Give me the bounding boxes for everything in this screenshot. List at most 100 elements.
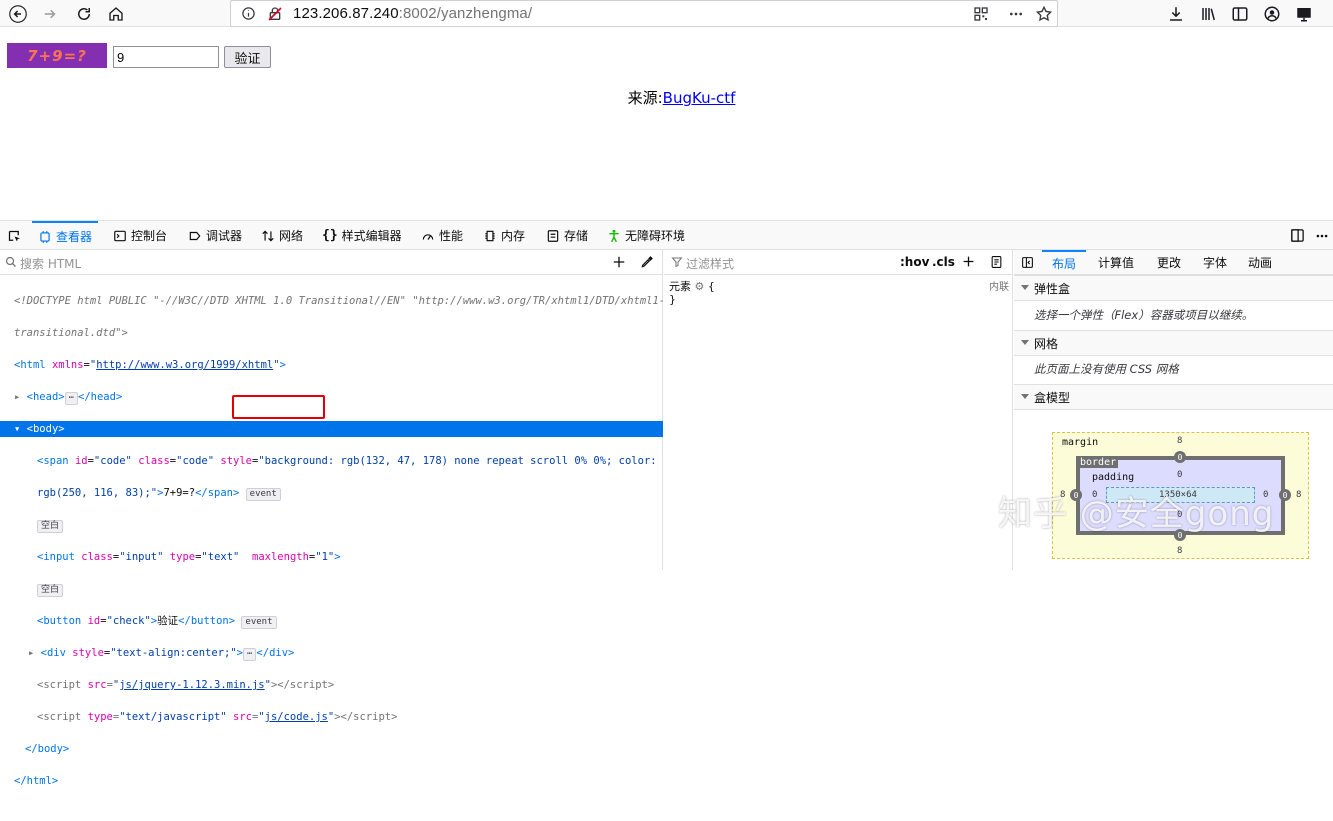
performance-gauge-icon (422, 233, 434, 240)
maxlength-highlight-box (232, 395, 325, 419)
tab-console[interactable]: 控制台 (113, 221, 167, 250)
sidebar-icon (1232, 7, 1248, 21)
home-button[interactable] (104, 2, 128, 26)
library-button[interactable] (1197, 2, 1221, 26)
screen-button[interactable] (1292, 2, 1316, 26)
tab-style-editor-label: 样式编辑器 (341, 229, 402, 243)
maxlength-attr[interactable]: maxlength (252, 551, 309, 563)
expand-head-arrow[interactable]: ▸ (14, 391, 20, 403)
box-model-section-header[interactable]: 盒模型 (1014, 384, 1333, 410)
markup-row-body-close[interactable]: </body> (0, 741, 663, 757)
flexbox-section-header[interactable]: 弹性盒 (1014, 275, 1333, 301)
element-rule[interactable]: 元素 ⚙ { (669, 278, 715, 294)
tab-performance[interactable]: 性能 (421, 221, 463, 250)
insecure-lock-icon[interactable] (267, 6, 283, 22)
tab-style-editor[interactable]: {} 样式编辑器 (322, 221, 402, 250)
markup-row-doctype[interactable]: <!DOCTYPE html PUBLIC "-//W3C//DTD XHTML… (0, 293, 665, 309)
sidebar-button[interactable] (1228, 2, 1252, 26)
span-style-part-1: background: rgb(132, 47, 178) none repea… (264, 455, 657, 467)
add-node-icon[interactable] (612, 255, 626, 269)
tab-storage-label: 存储 (564, 229, 589, 243)
padding-top-value[interactable]: 0 (1177, 470, 1182, 480)
markup-row-doctype-cont[interactable]: transitional.dtd"> (0, 325, 663, 341)
grid-section-header[interactable]: 网格 (1014, 330, 1333, 356)
border-right-value[interactable]: 0 (1279, 489, 1291, 501)
tab-layout[interactable]: 布局 (1042, 250, 1086, 272)
markup-row-script-1[interactable]: <script src="js/jquery-1.12.3.min.js"></… (0, 677, 663, 693)
tab-animations[interactable]: 动画 (1248, 254, 1272, 271)
tab-memory[interactable]: 内存 (483, 221, 525, 250)
captcha-input[interactable] (113, 46, 219, 68)
verify-button[interactable]: 验证 (224, 46, 271, 68)
xmlns-link[interactable]: http://www.w3.org/1999/xhtml (96, 359, 273, 371)
markup-row-input[interactable]: <input class="input" type="text" maxleng… (0, 549, 663, 565)
tab-accessibility[interactable]: 无障碍环境 (607, 221, 685, 250)
event-badge[interactable]: event (245, 488, 281, 501)
eyedropper-icon[interactable] (640, 255, 654, 269)
markup-row-span[interactable]: <span id="code" class="code" style="back… (0, 453, 663, 469)
site-info-icon[interactable] (241, 6, 256, 21)
markup-row-html[interactable]: <html xmlns="http://www.w3.org/1999/xhtm… (0, 357, 663, 373)
print-media-icon[interactable] (990, 255, 1003, 269)
filter-styles-placeholder: 过滤样式 (686, 257, 735, 271)
border-top-value[interactable]: 0 (1174, 451, 1186, 463)
downloads-button[interactable] (1164, 2, 1188, 26)
reload-button[interactable] (72, 2, 96, 26)
margin-top-value[interactable]: 8 (1177, 436, 1182, 446)
captcha-code: 7+9=? (7, 43, 107, 68)
source-link[interactable]: BugKu-ctf (663, 89, 736, 107)
margin-bottom-value[interactable]: 8 (1177, 546, 1182, 556)
collapsed-badge[interactable]: ⋯ (64, 392, 79, 405)
markup-row-button[interactable]: <button id="check">验证</button> event (0, 613, 663, 629)
bookmark-star-icon[interactable] (1035, 5, 1053, 23)
account-button[interactable] (1260, 2, 1284, 26)
tab-computed[interactable]: 计算值 (1098, 254, 1134, 271)
forward-button[interactable] (38, 2, 62, 26)
hov-toggle[interactable]: :hov (900, 255, 929, 269)
markup-row-whitespace[interactable]: 空白 (0, 517, 663, 533)
markup-row-div[interactable]: ▸ <div style="text-align:center;"> ⋯ </div… (0, 645, 663, 661)
qr-code-icon[interactable] (973, 6, 989, 22)
script-1-src[interactable]: js/jquery-1.12.3.min.js (119, 679, 264, 691)
collapse-body-arrow[interactable]: ▾ (14, 423, 20, 435)
expand-div-arrow[interactable]: ▸ (28, 647, 34, 659)
markup-row-body-selected[interactable]: ▾ <body> (0, 421, 663, 437)
url-text[interactable]: 123.206.87.240:8002/yanzhengma/ (293, 5, 532, 22)
cls-toggle[interactable]: .cls (932, 255, 955, 269)
home-icon (109, 7, 123, 21)
url-bar[interactable]: 123.206.87.240:8002/yanzhengma/ (230, 0, 1058, 27)
html-search-bar[interactable]: 搜索 HTML (0, 250, 663, 275)
markup-row-whitespace-2[interactable]: 空白 (0, 581, 663, 597)
tab-fonts[interactable]: 字体 (1203, 254, 1227, 271)
page-actions-icon[interactable] (1007, 6, 1025, 22)
whitespace-badge: 空白 (37, 584, 64, 597)
tab-debugger[interactable]: 调试器 (188, 221, 242, 250)
inspector-icon (40, 230, 50, 243)
tab-changes[interactable]: 更改 (1157, 254, 1181, 271)
back-button[interactable] (6, 2, 30, 26)
span-style-part-2: rgb(250, 116, 83); (37, 487, 151, 499)
filter-styles-bar[interactable]: 过滤样式 :hov .cls (664, 250, 1013, 275)
event-badge[interactable]: event (241, 616, 277, 629)
flexbox-message: 选择一个弹性（Flex）容器或项目以继续。 (1034, 308, 1254, 322)
script-2-src[interactable]: js/code.js (265, 711, 328, 723)
tab-network[interactable]: 网络 (261, 221, 303, 250)
browser-toolbar: 123.206.87.240:8002/yanzhengma/ (0, 0, 1333, 27)
element-selector: 元素 (669, 280, 691, 293)
markup-row-span-cont[interactable]: rgb(250, 116, 83);">7+9=?</span> event (0, 485, 663, 501)
tab-storage[interactable]: 存储 (546, 221, 588, 250)
markup-row-script-2[interactable]: <script type="text/javascript" src="js/c… (0, 709, 663, 725)
dock-toggle-icon[interactable] (1290, 228, 1305, 243)
markup-row-html-close[interactable]: </html> (0, 773, 663, 789)
element-picker-icon[interactable] (7, 229, 22, 244)
markup-row-head[interactable]: ▸ <head> ⋯ </head> (0, 389, 663, 405)
margin-right-value[interactable]: 8 (1296, 490, 1301, 500)
tab-inspector[interactable]: 查看器 (32, 221, 99, 250)
more-options-icon[interactable] (1314, 229, 1330, 243)
collapsed-badge[interactable]: ⋯ (243, 648, 257, 661)
gear-icon[interactable]: ⚙ (695, 280, 705, 293)
add-rule-icon[interactable] (962, 255, 975, 268)
toggle-pane-icon[interactable] (1021, 256, 1034, 269)
forward-arrow-icon (44, 9, 56, 19)
sidebar-tab-bar: 布局 计算值 更改 字体 动画 (1014, 250, 1333, 275)
